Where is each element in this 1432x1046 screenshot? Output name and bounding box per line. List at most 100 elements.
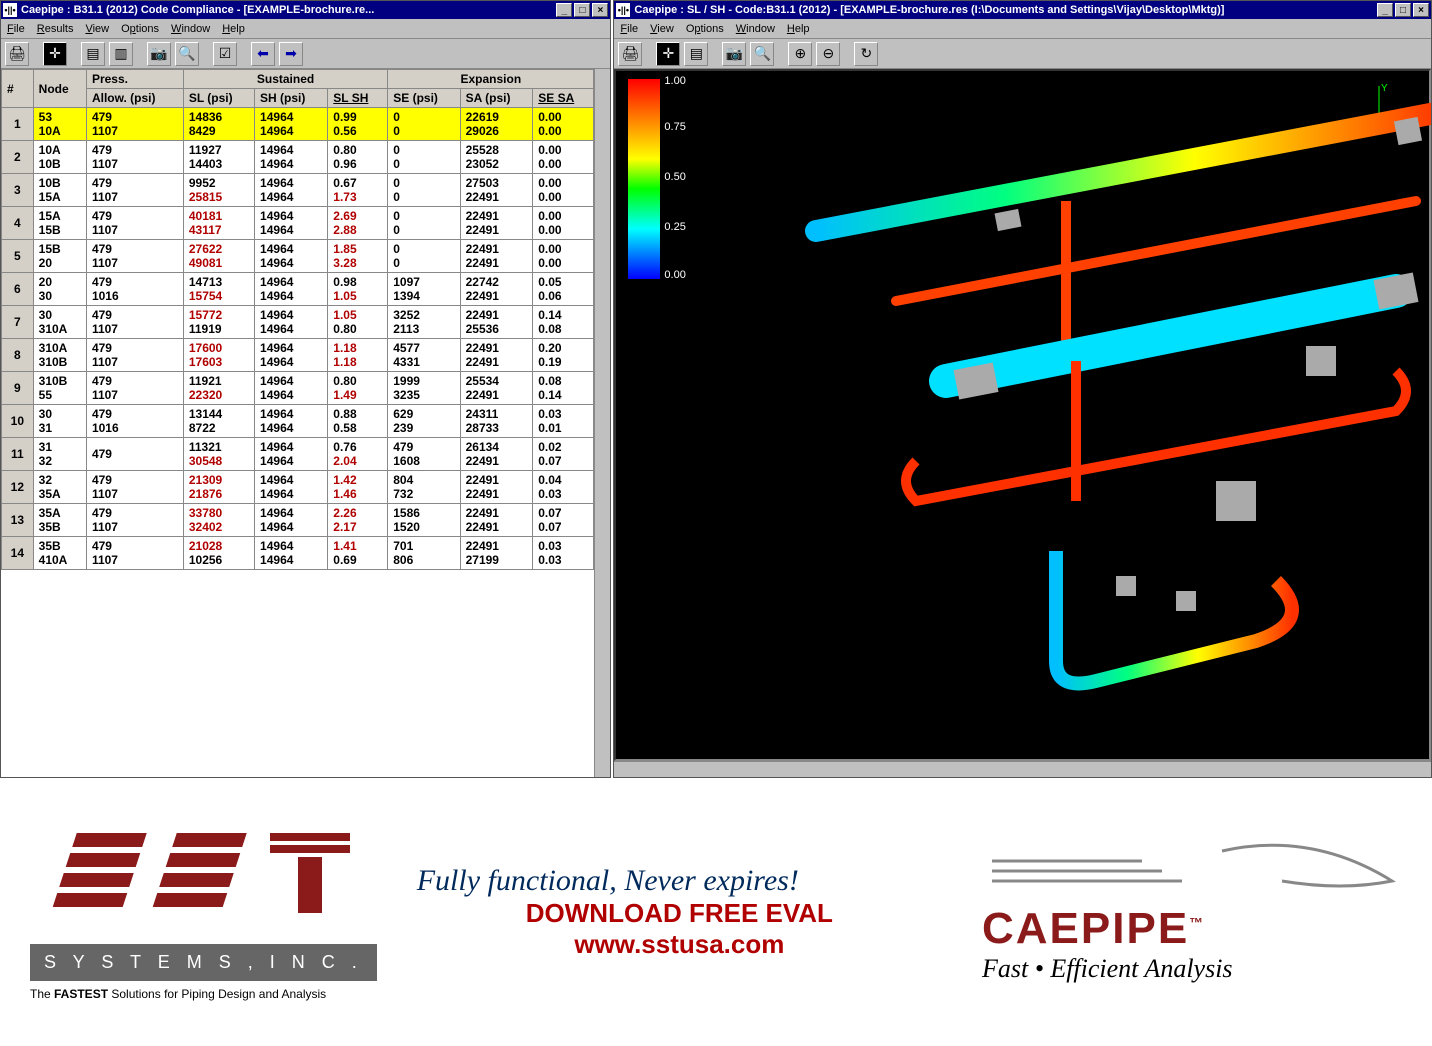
results-table-wrap[interactable]: # Node Press. Sustained Expansion Allow.… — [1, 69, 594, 777]
row-index: 11 — [2, 438, 34, 471]
row-index: 10 — [2, 405, 34, 438]
col-sl[interactable]: SL (psi) — [183, 89, 254, 108]
table-row[interactable]: 620304791016147131575414964149640.981.05… — [2, 273, 594, 306]
col-node[interactable]: Node — [33, 70, 86, 108]
cell: 4791016 — [86, 273, 183, 306]
left-titlebar[interactable]: •||• Caepipe : B31.1 (2012) Code Complia… — [1, 1, 610, 19]
cell: 00 — [388, 141, 460, 174]
promo-text: Fully functional, Never expires! DOWNLOA… — [417, 864, 942, 960]
table-row[interactable]: 9310B554791107119212232014964149640.801.… — [2, 372, 594, 405]
cell: 1192714403 — [183, 141, 254, 174]
cell: 2274222491 — [460, 273, 533, 306]
right-titlebar[interactable]: •||• Caepipe : SL / SH - Code:B31.1 (201… — [614, 1, 1431, 19]
minimize-button[interactable]: _ — [556, 3, 572, 17]
zoom-out-icon[interactable]: ⊖ — [816, 42, 840, 66]
col-expansion[interactable]: Expansion — [388, 70, 594, 89]
promo-line1: Fully functional, Never expires! — [417, 864, 942, 898]
menu-window[interactable]: Window — [171, 23, 210, 35]
piping-model — [696, 101, 1431, 751]
menu-view[interactable]: View — [85, 23, 109, 35]
col-sa[interactable]: SA (psi) — [460, 89, 533, 108]
legend-tick: 0.25 — [664, 221, 685, 233]
list-icon[interactable]: ▤ — [684, 42, 708, 66]
cell: 0.981.05 — [328, 273, 388, 306]
table-row[interactable]: 515B204791107276224908114964149641.853.2… — [2, 240, 594, 273]
menu-options[interactable]: Options — [686, 23, 724, 35]
col-num[interactable]: # — [2, 70, 34, 108]
cell: 0.030.03 — [533, 537, 594, 570]
row-index: 12 — [2, 471, 34, 504]
maximize-button[interactable]: □ — [574, 3, 590, 17]
results-table: # Node Press. Sustained Expansion Allow.… — [1, 69, 594, 570]
prev-arrow-icon[interactable]: ⬅ — [251, 42, 275, 66]
table-row[interactable]: 8310A310B4791107176001760314964149641.18… — [2, 339, 594, 372]
col-sh[interactable]: SH (psi) — [255, 89, 328, 108]
table-row[interactable]: 15310A479110714836842914964149640.990.56… — [2, 108, 594, 141]
maximize-button[interactable]: □ — [1395, 3, 1411, 17]
crosshair-icon[interactable]: ✛ — [43, 42, 67, 66]
refresh-icon[interactable]: ↻ — [854, 42, 878, 66]
table-row[interactable]: 730310A4791107157721191914964149641.050.… — [2, 306, 594, 339]
col-se[interactable]: SE (psi) — [388, 89, 460, 108]
menu-options[interactable]: Options — [121, 23, 159, 35]
cell: 10971394 — [388, 273, 460, 306]
menu-view[interactable]: View — [650, 23, 674, 35]
cell: 1496414964 — [255, 207, 328, 240]
cell: 1496414964 — [255, 306, 328, 339]
columns-icon[interactable]: ▥ — [109, 42, 133, 66]
cell: 0.801.49 — [328, 372, 388, 405]
crosshair-icon[interactable]: ✛ — [656, 42, 680, 66]
row-index: 7 — [2, 306, 34, 339]
cell: 2102810256 — [183, 537, 254, 570]
table-row[interactable]: 310B15A479110799522581514964149640.671.7… — [2, 174, 594, 207]
zoom-fit-icon[interactable]: 🔍 — [750, 42, 774, 66]
next-arrow-icon[interactable]: ➡ — [279, 42, 303, 66]
table-row[interactable]: 103031479101613144872214964149640.880.58… — [2, 405, 594, 438]
camera-icon[interactable]: 📷 — [147, 42, 171, 66]
cell: 4791107 — [86, 207, 183, 240]
svg-text:Y: Y — [1381, 83, 1388, 94]
cell: 1496414964 — [255, 339, 328, 372]
table-row[interactable]: 415A15B4791107401814311714964149642.692.… — [2, 207, 594, 240]
close-button[interactable]: × — [1413, 3, 1429, 17]
print-icon[interactable]: 🖨 — [5, 42, 29, 66]
table-row[interactable]: 123235A4791107213092187614964149641.421.… — [2, 471, 594, 504]
col-sustained[interactable]: Sustained — [183, 70, 387, 89]
list-icon[interactable]: ▤ — [81, 42, 105, 66]
menu-file[interactable]: File — [7, 23, 25, 35]
menu-help[interactable]: Help — [222, 23, 245, 35]
cell: 310A310B — [33, 339, 86, 372]
horizontal-scrollbar[interactable] — [614, 761, 1431, 777]
col-allow[interactable]: Allow. (psi) — [86, 89, 183, 108]
cell: 1577211919 — [183, 306, 254, 339]
cell: 3031 — [33, 405, 86, 438]
camera-icon[interactable]: 📷 — [722, 42, 746, 66]
menu-window[interactable]: Window — [736, 23, 775, 35]
table-row[interactable]: 1435B410A4791107210281025614964149641.41… — [2, 537, 594, 570]
menu-help[interactable]: Help — [787, 23, 810, 35]
col-slsh[interactable]: SL SH — [328, 89, 388, 108]
menu-results[interactable]: Results — [37, 23, 74, 35]
print-icon[interactable]: 🖨 — [618, 42, 642, 66]
cell: 2762249081 — [183, 240, 254, 273]
row-index: 9 — [2, 372, 34, 405]
menu-file[interactable]: File — [620, 23, 638, 35]
table-row[interactable]: 113132479113213054814964149640.762.04479… — [2, 438, 594, 471]
col-press[interactable]: Press. — [86, 70, 183, 89]
close-button[interactable]: × — [592, 3, 608, 17]
minimize-button[interactable]: _ — [1377, 3, 1393, 17]
table-row[interactable]: 210A10B4791107119271440314964149640.800.… — [2, 141, 594, 174]
cell: 2249125536 — [460, 306, 533, 339]
zoom-in-icon[interactable]: ⊕ — [788, 42, 812, 66]
cell: 2130921876 — [183, 471, 254, 504]
cell: 2249122491 — [460, 240, 533, 273]
vertical-scrollbar[interactable] — [594, 69, 610, 777]
table-row[interactable]: 1335A35B4791107337803240214964149642.262… — [2, 504, 594, 537]
cell: 10B15A — [33, 174, 86, 207]
zoom-icon[interactable]: 🔍 — [175, 42, 199, 66]
legend-tick: 1.00 — [664, 75, 685, 87]
col-sesa[interactable]: SE SA — [533, 89, 594, 108]
checklist-icon[interactable]: ☑ — [213, 42, 237, 66]
cell: 0.990.56 — [328, 108, 388, 141]
viewport-3d[interactable]: 1.00 0.75 0.50 0.25 0.00 Y X Z — [614, 69, 1431, 761]
